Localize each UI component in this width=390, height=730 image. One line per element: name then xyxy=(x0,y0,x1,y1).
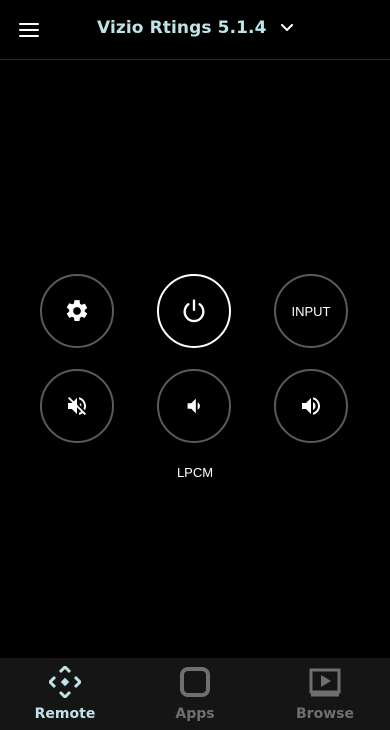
mute-icon xyxy=(68,397,86,416)
settings-button[interactable] xyxy=(40,274,114,348)
volume-down-icon xyxy=(187,398,200,414)
mute-button[interactable] xyxy=(40,369,114,443)
volume-down-button[interactable] xyxy=(157,369,231,443)
dpad-icon xyxy=(49,666,81,698)
play-screen-icon xyxy=(309,668,341,697)
nav-remote-label: Remote xyxy=(34,706,96,722)
volume-up-button[interactable] xyxy=(274,369,348,443)
nav-apps-label: Apps xyxy=(175,706,215,722)
nav-browse[interactable]: Browse xyxy=(260,658,390,730)
bottom-navigation: Remote Apps Browse xyxy=(0,658,390,730)
gear-icon xyxy=(66,300,88,321)
top-bar: Vizio Rtings 5.1.4 xyxy=(0,0,390,60)
nav-remote[interactable]: Remote xyxy=(0,658,130,730)
volume-up-icon xyxy=(302,397,320,415)
power-icon xyxy=(183,299,205,323)
input-label: INPUT xyxy=(291,303,331,319)
power-button[interactable] xyxy=(157,274,231,348)
device-selector[interactable]: Vizio Rtings 5.1.4 xyxy=(0,18,390,38)
chevron-down-icon xyxy=(281,24,293,31)
nav-apps[interactable]: Apps xyxy=(130,658,260,730)
input-button[interactable]: INPUT xyxy=(274,274,348,348)
audio-format-label: LPCM xyxy=(176,465,214,480)
nav-browse-label: Browse xyxy=(296,706,354,722)
device-title: Vizio Rtings 5.1.4 xyxy=(96,18,267,38)
apps-square-icon xyxy=(180,667,210,697)
